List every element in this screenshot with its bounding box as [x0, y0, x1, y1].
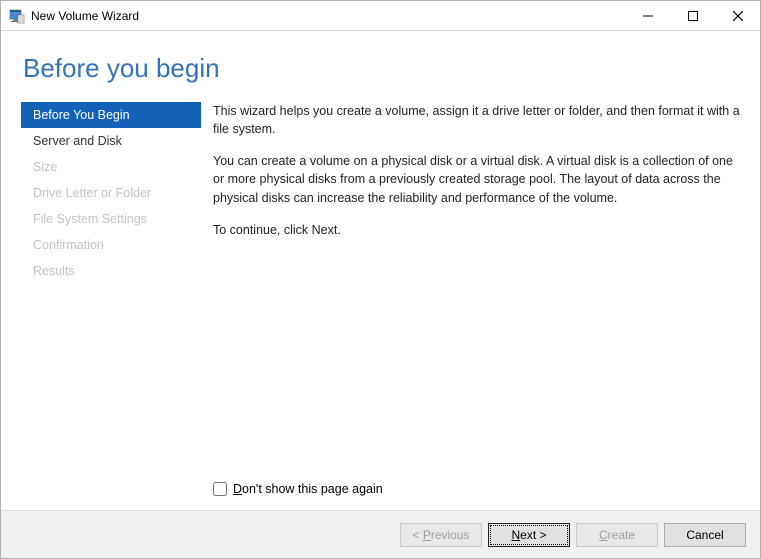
intro-para-3: To continue, click Next.: [213, 221, 740, 239]
dont-show-again-checkbox[interactable]: [213, 482, 227, 496]
step-results: Results: [21, 258, 201, 284]
dont-show-again-row: Don't show this page again: [213, 482, 740, 496]
wizard-footer: < Previous Next > Create Cancel: [1, 510, 760, 558]
window-title: New Volume Wizard: [31, 9, 625, 23]
previous-button: < Previous: [400, 523, 482, 547]
intro-para-1: This wizard helps you create a volume, a…: [213, 102, 740, 138]
step-confirmation: Confirmation: [21, 232, 201, 258]
maximize-button[interactable]: [670, 1, 715, 30]
step-before-you-begin[interactable]: Before You Begin: [21, 102, 201, 128]
titlebar: New Volume Wizard: [1, 1, 760, 31]
wizard-steps-sidebar: Before You Begin Server and Disk Size Dr…: [21, 102, 201, 510]
window-controls: [625, 1, 760, 30]
step-size: Size: [21, 154, 201, 180]
cancel-button[interactable]: Cancel: [664, 523, 746, 547]
close-button[interactable]: [715, 1, 760, 30]
step-file-system: File System Settings: [21, 206, 201, 232]
next-button[interactable]: Next >: [488, 523, 570, 547]
main-pane: This wizard helps you create a volume, a…: [213, 102, 740, 510]
minimize-button[interactable]: [625, 1, 670, 30]
page-heading: Before you begin: [23, 53, 740, 84]
wizard-content: Before you begin Before You Begin Server…: [1, 31, 760, 510]
body-area: Before You Begin Server and Disk Size Dr…: [21, 102, 740, 510]
dont-show-again-label[interactable]: Don't show this page again: [233, 482, 383, 496]
intro-para-2: You can create a volume on a physical di…: [213, 152, 740, 206]
step-server-and-disk[interactable]: Server and Disk: [21, 128, 201, 154]
pane-spacer: [213, 253, 740, 482]
server-manager-icon: [9, 8, 25, 24]
create-button: Create: [576, 523, 658, 547]
step-drive-letter: Drive Letter or Folder: [21, 180, 201, 206]
